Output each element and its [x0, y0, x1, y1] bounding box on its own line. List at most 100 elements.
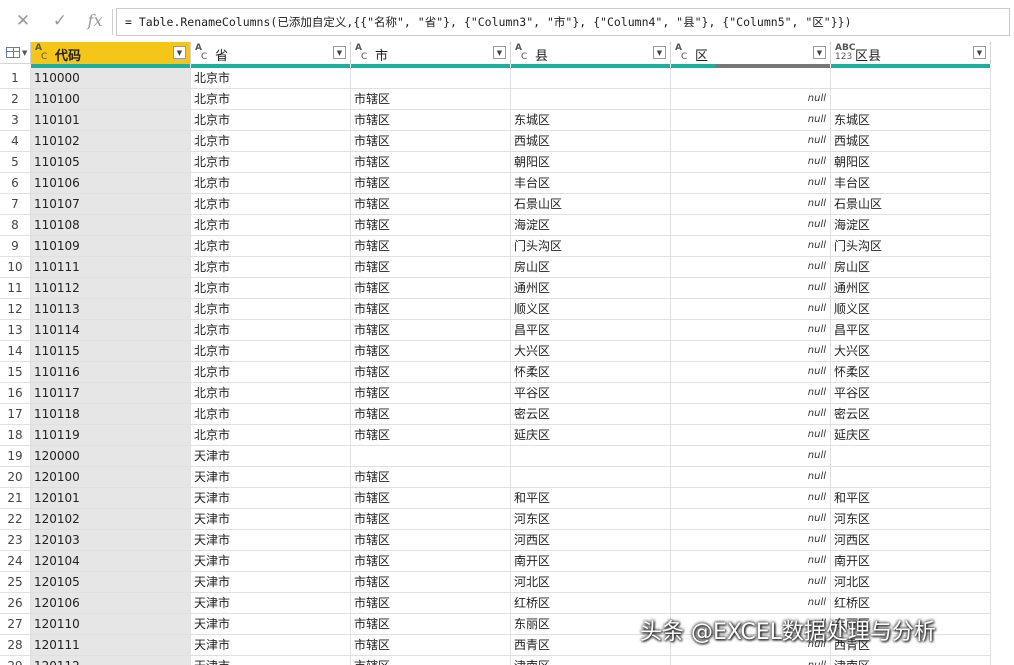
- table-cell-county[interactable]: 顺义区: [511, 299, 671, 320]
- table-cell-district[interactable]: null: [671, 488, 831, 509]
- table-cell-code[interactable]: 110113: [31, 299, 191, 320]
- confirm-formula-button[interactable]: ✓: [45, 7, 75, 35]
- table-cell-district-county[interactable]: 津南区: [831, 656, 991, 665]
- table-cell-county[interactable]: 海淀区: [511, 215, 671, 236]
- table-cell-province[interactable]: 天津市: [191, 551, 351, 572]
- table-cell-district-county[interactable]: [831, 68, 991, 89]
- table-cell-district[interactable]: null: [671, 152, 831, 173]
- column-filter-button[interactable]: ▼: [333, 46, 346, 59]
- formula-input[interactable]: = Table.RenameColumns(已添加自定义,{{"名称", "省"…: [116, 8, 1010, 36]
- row-number[interactable]: 18: [0, 425, 31, 446]
- table-cell-province[interactable]: 北京市: [191, 110, 351, 131]
- table-cell-code[interactable]: 110106: [31, 173, 191, 194]
- table-cell-district[interactable]: null: [671, 383, 831, 404]
- table-cell-city[interactable]: 市辖区: [351, 362, 511, 383]
- column-filter-button[interactable]: ▼: [813, 46, 826, 59]
- row-number[interactable]: 27: [0, 614, 31, 635]
- table-cell-city[interactable]: 市辖区: [351, 614, 511, 635]
- table-cell-county[interactable]: 和平区: [511, 488, 671, 509]
- table-cell-code[interactable]: 110000: [31, 68, 191, 89]
- table-cell-province[interactable]: 北京市: [191, 320, 351, 341]
- table-cell-county[interactable]: 昌平区: [511, 320, 671, 341]
- row-number[interactable]: 15: [0, 362, 31, 383]
- table-cell-district-county[interactable]: 怀柔区: [831, 362, 991, 383]
- table-cell-city[interactable]: 市辖区: [351, 173, 511, 194]
- cancel-formula-button[interactable]: ✕: [8, 7, 38, 35]
- table-cell-city[interactable]: 市辖区: [351, 509, 511, 530]
- table-cell-province[interactable]: 天津市: [191, 593, 351, 614]
- row-number[interactable]: 23: [0, 530, 31, 551]
- table-cell-city[interactable]: 市辖区: [351, 110, 511, 131]
- table-cell-code[interactable]: 120111: [31, 635, 191, 656]
- table-cell-province[interactable]: 北京市: [191, 257, 351, 278]
- table-cell-county[interactable]: 河西区: [511, 530, 671, 551]
- table-cell-code[interactable]: 120000: [31, 446, 191, 467]
- row-number[interactable]: 2: [0, 89, 31, 110]
- column-filter-button[interactable]: ▼: [173, 46, 186, 59]
- table-cell-code[interactable]: 110100: [31, 89, 191, 110]
- table-cell-county[interactable]: 延庆区: [511, 425, 671, 446]
- table-cell-district[interactable]: null: [671, 89, 831, 110]
- table-cell-district[interactable]: null: [671, 299, 831, 320]
- table-cell-district-county[interactable]: 东城区: [831, 110, 991, 131]
- table-cell-city[interactable]: 市辖区: [351, 236, 511, 257]
- table-cell-city[interactable]: 市辖区: [351, 593, 511, 614]
- table-cell-province[interactable]: 天津市: [191, 635, 351, 656]
- table-cell-district-county[interactable]: 门头沟区: [831, 236, 991, 257]
- table-cell-district-county[interactable]: 平谷区: [831, 383, 991, 404]
- table-cell-code[interactable]: 120103: [31, 530, 191, 551]
- table-cell-district[interactable]: null: [671, 656, 831, 665]
- table-cell-district[interactable]: null: [671, 404, 831, 425]
- table-cell-city[interactable]: 市辖区: [351, 194, 511, 215]
- table-cell-province[interactable]: 北京市: [191, 89, 351, 110]
- table-cell-district[interactable]: null: [671, 320, 831, 341]
- table-cell-county[interactable]: 密云区: [511, 404, 671, 425]
- table-cell-district-county[interactable]: 朝阳区: [831, 152, 991, 173]
- table-cell-code[interactable]: 110114: [31, 320, 191, 341]
- column-header-county[interactable]: A C 县 ▼: [511, 42, 671, 64]
- table-cell-province[interactable]: 天津市: [191, 446, 351, 467]
- table-cell-county[interactable]: 平谷区: [511, 383, 671, 404]
- table-cell-city[interactable]: 市辖区: [351, 341, 511, 362]
- table-cell-code[interactable]: 120104: [31, 551, 191, 572]
- row-number[interactable]: 17: [0, 404, 31, 425]
- table-cell-district[interactable]: null: [671, 173, 831, 194]
- table-cell-province[interactable]: 北京市: [191, 299, 351, 320]
- row-number[interactable]: 24: [0, 551, 31, 572]
- table-cell-code[interactable]: 110119: [31, 425, 191, 446]
- row-number[interactable]: 9: [0, 236, 31, 257]
- column-header-province[interactable]: A C 省 ▼: [191, 42, 351, 64]
- row-number[interactable]: 28: [0, 635, 31, 656]
- table-cell-county[interactable]: 津南区: [511, 656, 671, 665]
- table-cell-city[interactable]: 市辖区: [351, 425, 511, 446]
- table-cell-province[interactable]: 天津市: [191, 509, 351, 530]
- row-number[interactable]: 21: [0, 488, 31, 509]
- table-cell-district-county[interactable]: 河东区: [831, 509, 991, 530]
- table-cell-province[interactable]: 北京市: [191, 278, 351, 299]
- table-cell-county[interactable]: 石景山区: [511, 194, 671, 215]
- table-cell-district-county[interactable]: 西城区: [831, 131, 991, 152]
- table-cell-code[interactable]: 120102: [31, 509, 191, 530]
- table-cell-code[interactable]: 110108: [31, 215, 191, 236]
- table-cell-district[interactable]: null: [671, 509, 831, 530]
- table-cell-code[interactable]: 110116: [31, 362, 191, 383]
- table-cell-city[interactable]: [351, 446, 511, 467]
- table-cell-city[interactable]: 市辖区: [351, 467, 511, 488]
- table-cell-province[interactable]: 北京市: [191, 362, 351, 383]
- table-cell-province[interactable]: 北京市: [191, 194, 351, 215]
- table-cell-district[interactable]: null: [671, 593, 831, 614]
- table-cell-province[interactable]: 北京市: [191, 68, 351, 89]
- table-cell-code[interactable]: 120105: [31, 572, 191, 593]
- table-cell-code[interactable]: 110107: [31, 194, 191, 215]
- row-number[interactable]: 7: [0, 194, 31, 215]
- table-cell-county[interactable]: [511, 89, 671, 110]
- table-cell-city[interactable]: 市辖区: [351, 572, 511, 593]
- table-cell-city[interactable]: 市辖区: [351, 656, 511, 665]
- row-number[interactable]: 8: [0, 215, 31, 236]
- table-cell-code[interactable]: 110112: [31, 278, 191, 299]
- column-header-district[interactable]: A C 区 ▼: [671, 42, 831, 64]
- table-cell-city[interactable]: 市辖区: [351, 299, 511, 320]
- table-cell-district-county[interactable]: 和平区: [831, 488, 991, 509]
- table-cell-province[interactable]: 北京市: [191, 173, 351, 194]
- table-cell-county[interactable]: 通州区: [511, 278, 671, 299]
